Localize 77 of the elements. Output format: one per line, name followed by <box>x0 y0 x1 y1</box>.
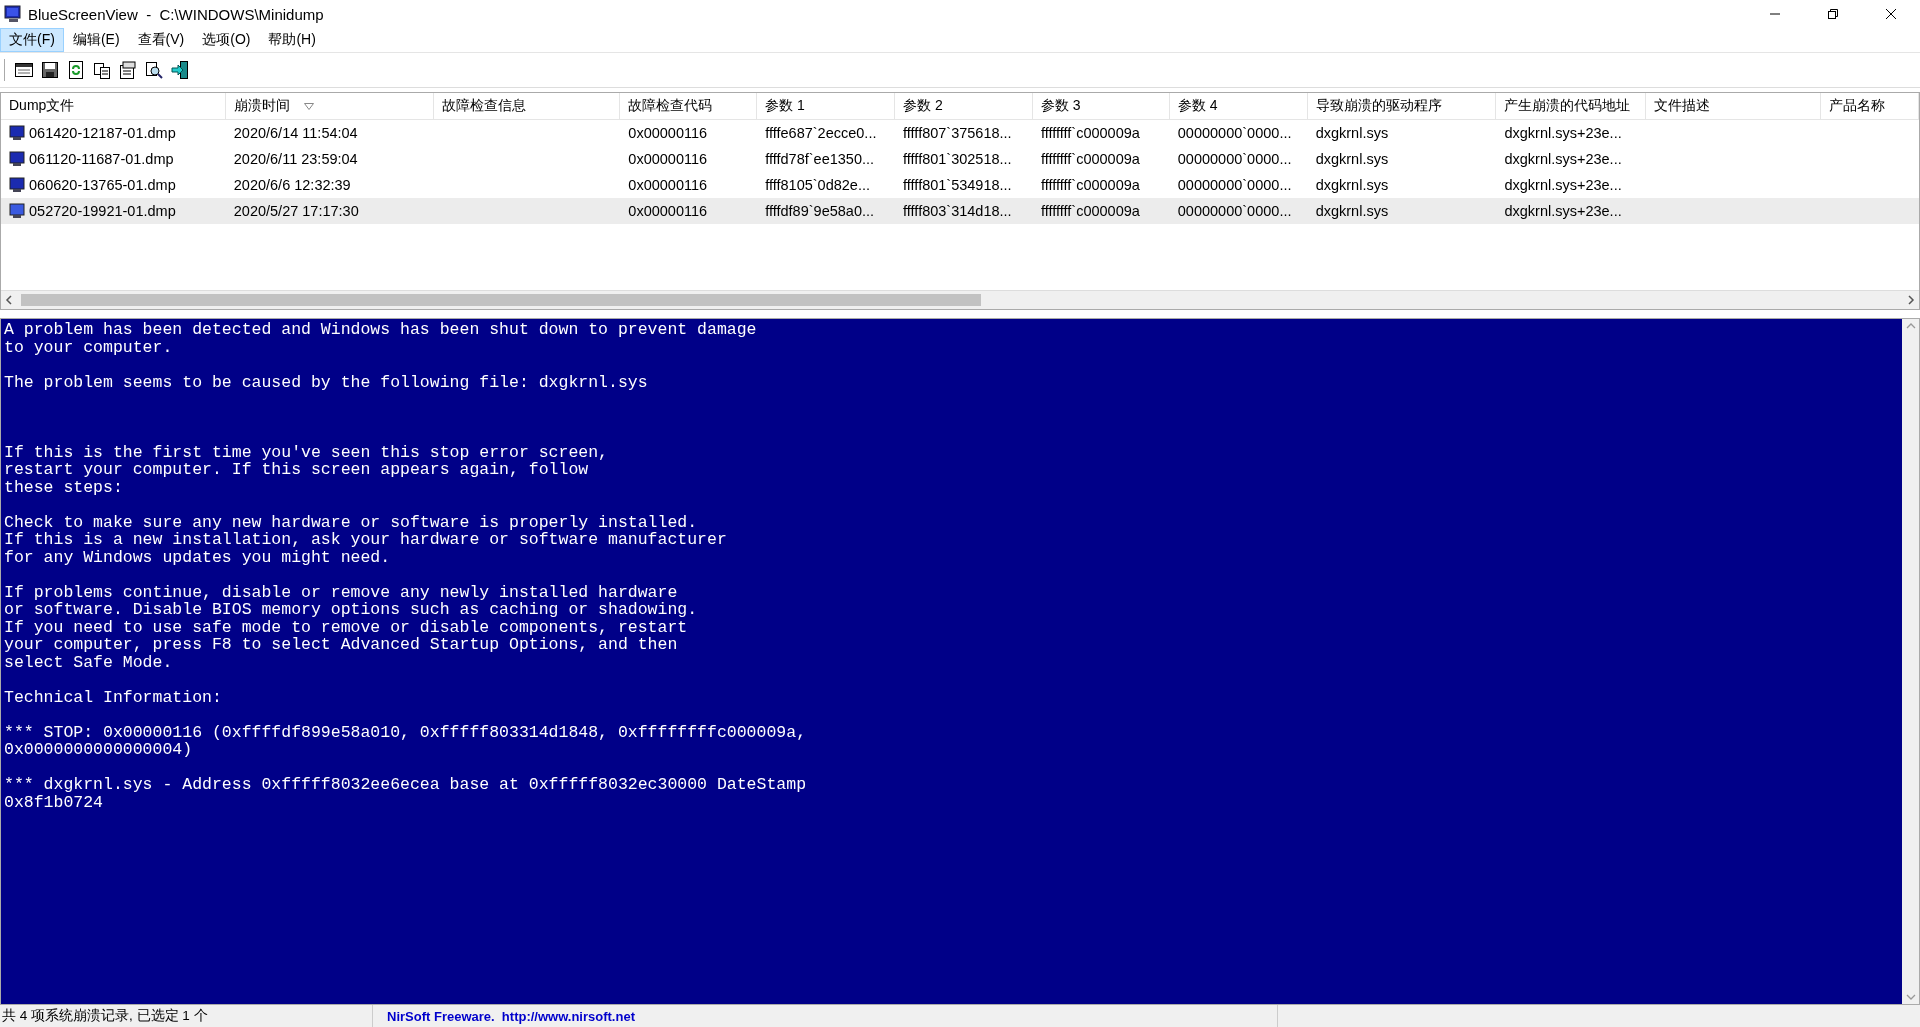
table-cell: 061420-12187-01.dmp <box>29 125 176 141</box>
properties-icon[interactable] <box>118 60 138 80</box>
table-cell: 0x00000116 <box>628 177 708 193</box>
menu-item[interactable]: 选项(O) <box>193 28 260 52</box>
table-cell: 00000000`0000... <box>1177 151 1292 167</box>
menu-item[interactable]: 文件(F) <box>0 28 64 52</box>
table-cell: ffffd78f`ee1350... <box>765 151 875 167</box>
table-cell: fffff801`302518... <box>903 151 1012 167</box>
app-monitor-icon <box>4 5 22 23</box>
table-cell: ffffffff`c000009a <box>1040 203 1140 219</box>
table-cell: ffffffff`c000009a <box>1040 125 1140 141</box>
exit-icon[interactable] <box>170 60 190 80</box>
table-cell: fffff807`375618... <box>903 125 1012 141</box>
table-cell: 00000000`0000... <box>1177 125 1292 141</box>
table-cell: fffff801`534918... <box>903 177 1012 193</box>
refresh-icon[interactable] <box>66 60 86 80</box>
table-cell: ffffffff`c000009a <box>1040 177 1140 193</box>
table-cell: dxgkrnl.sys+23e... <box>1504 177 1622 193</box>
table-cell: 2020/5/27 17:17:30 <box>233 203 359 219</box>
table-cell: 2020/6/6 12:32:39 <box>233 177 351 193</box>
table-cell: dxgkrnl.sys <box>1315 125 1389 141</box>
column-header[interactable]: 崩溃时间 <box>225 93 434 119</box>
credit-link[interactable]: NirSoft Freeware. http://www.nirsoft.net <box>387 1008 635 1024</box>
table-row[interactable]: 061120-11687-01.dmp 2020/6/11 23:59:04 0x00000116 ffffd78f`ee1350... fffff801`302518... ffffffff`c000009a 00000000`0000... dxgkrnl.sys dxgkrnl.sys+23e... <box>1 146 1919 172</box>
table-cell: 0x00000116 <box>628 203 708 219</box>
column-header[interactable]: 参数 3 <box>1032 93 1170 119</box>
table-cell: 00000000`0000... <box>1177 177 1292 193</box>
status-text: 共 4 项系统崩溃记录, 已选定 1 个 <box>2 1007 208 1025</box>
table-cell: 0x00000116 <box>628 151 708 167</box>
table-cell: ffffe687`2ecce0... <box>765 125 877 141</box>
copy-icon[interactable] <box>92 60 112 80</box>
table-cell: dxgkrnl.sys <box>1315 151 1389 167</box>
table-cell: dxgkrnl.sys+23e... <box>1504 151 1622 167</box>
table-cell: fffff803`314d18... <box>903 203 1012 219</box>
table-cell: dxgkrnl.sys <box>1315 203 1389 219</box>
table-cell: 060620-13765-01.dmp <box>29 177 176 193</box>
monitor-icon <box>9 203 25 219</box>
save-icon[interactable] <box>40 60 60 80</box>
horizontal-scrollbar[interactable] <box>1 290 1919 309</box>
table-cell: 052720-19921-01.dmp <box>29 203 176 219</box>
monitor-icon <box>9 125 25 141</box>
table-cell: 0x00000116 <box>628 125 708 141</box>
table-cell: ffffffff`c000009a <box>1040 151 1140 167</box>
menu-item[interactable]: 帮助(H) <box>259 28 325 52</box>
menu-item[interactable]: 查看(V) <box>128 28 194 52</box>
window-icon[interactable] <box>14 60 34 80</box>
column-header[interactable]: 文件描述 <box>1646 93 1822 119</box>
column-header[interactable]: 参数 2 <box>895 93 1033 119</box>
search-icon[interactable] <box>144 60 164 80</box>
menu-item[interactable]: 编辑(E) <box>63 28 129 52</box>
window-title: BlueScreenView - C:\WINDOWS\Minidump <box>28 5 324 23</box>
table-cell: ffffdf89`9e58a0... <box>765 203 875 219</box>
column-header[interactable]: 故障检查信息 <box>433 93 621 119</box>
table-cell: 061120-11687-01.dmp <box>29 151 174 167</box>
close-icon <box>1885 8 1897 20</box>
column-header[interactable]: 导致崩溃的驱动程序 <box>1307 93 1497 119</box>
monitor-icon <box>9 151 25 167</box>
table-cell: dxgkrnl.sys <box>1315 177 1389 193</box>
table-cell: 2020/6/14 11:54:04 <box>233 125 358 141</box>
table-cell: dxgkrnl.sys+23e... <box>1504 125 1622 141</box>
restore-icon <box>1827 8 1839 20</box>
monitor-icon <box>9 177 25 193</box>
column-header[interactable]: 产品名称 <box>1821 93 1919 119</box>
table-cell: dxgkrnl.sys+23e... <box>1504 203 1622 219</box>
table-row[interactable]: 060620-13765-01.dmp 2020/6/6 12:32:39 0x00000116 ffff8105`0d82e... fffff801`534918... ffffffff`c000009a 00000000`0000... dxgkrnl.sys dxgkrnl.sys+23e... <box>1 172 1919 198</box>
table-cell: 00000000`0000... <box>1177 203 1292 219</box>
column-header[interactable]: 故障检查代码 <box>620 93 758 119</box>
column-header[interactable]: Dump文件 <box>1 93 226 119</box>
table-row[interactable]: 061420-12187-01.dmp 2020/6/14 11:54:04 0x00000116 ffffe687`2ecce0... fffff807`375618... ffffffff`c000009a 00000000`0000... dxgkrnl.sys dxgkrnl.sys+23e... <box>1 120 1919 146</box>
table-cell: 2020/6/11 23:59:04 <box>233 151 358 167</box>
sort-arrow-icon <box>303 102 314 110</box>
table-row[interactable]: 052720-19921-01.dmp 2020/5/27 17:17:30 0x00000116 ffffdf89`9e58a0... fffff803`314d18... ffffffff`c000009a 00000000`0000... dxgkrnl.sys dxgkrnl.sys+23e... <box>1 198 1919 224</box>
column-header[interactable]: 产生崩溃的代码地址 <box>1496 93 1647 119</box>
table-cell: ffff8105`0d82e... <box>765 177 871 193</box>
bluescreen-text: A problem has been detected and Windows has been shut down to prevent damage to your computer. The problem seems to be caused by the following file: dxgkrnl.sys If this is the first time you've seen this stop error screen, restart your computer. If this screen appears again, follow these steps: Check to make sure any new hardware or software is properly installed. If this is a new installation, ask your hardware or software manufacturer for any Windows updates you might need. If problems continue, disable or remove any newly installed hardware or software. Disable BIOS memory options such as caching or shadowing. If you need to use safe mode to remove or disable components, restart your computer, press F8 to select Advanced Startup Options, and then select Safe Mode. Technical Information: *** STOP: 0x00000116 (0xffffdf899e58a010, 0xfffff803314d1848, 0xffffffffc000009a, 0x0000000000000004) *** dxgkrnl.sys - Address 0xfffff8032ee6ecea base at 0xfffff8032ec30000 DateStamp 0x8f1b0724 <box>4 320 807 812</box>
column-header[interactable]: 参数 1 <box>757 93 896 119</box>
column-header[interactable]: 参数 4 <box>1169 93 1308 119</box>
